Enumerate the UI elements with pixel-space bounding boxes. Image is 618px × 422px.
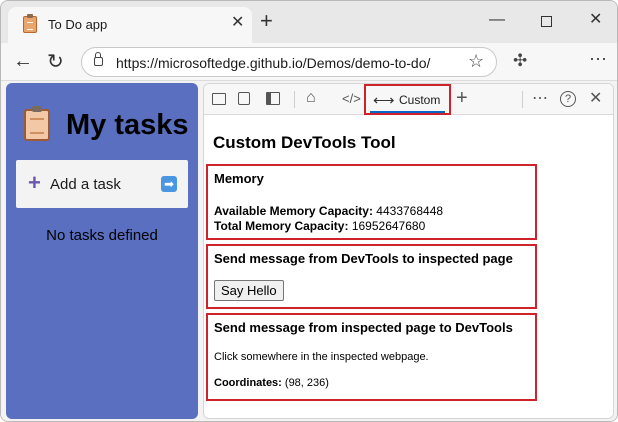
- app-title: My tasks: [66, 109, 189, 141]
- empty-state-text: No tasks defined: [46, 227, 158, 244]
- dock-icon[interactable]: [266, 92, 280, 105]
- add-task-label[interactable]: Add a task: [50, 176, 121, 193]
- more-icon[interactable]: ⋯: [532, 88, 548, 108]
- todo-app: My tasks + Add a task ➡ No tasks defined: [6, 83, 198, 419]
- inspect-icon[interactable]: [212, 93, 226, 105]
- coordinates-label: Coordinates:: [214, 377, 282, 389]
- memory-heading: Memory: [214, 171, 264, 186]
- close-icon[interactable]: ✕: [589, 88, 602, 108]
- panel-title: Custom DevTools Tool: [213, 133, 396, 152]
- browser-window: To Do app ✕ + — ✕ ← ↻ https://microsofte…: [0, 0, 618, 422]
- available-memory-label: Available Memory Capacity:: [214, 204, 373, 218]
- coordinates-readout: Coordinates: (98, 236): [214, 377, 329, 389]
- tab-custom-label[interactable]: Custom: [399, 93, 440, 107]
- title-bar: To Do app ✕ + — ✕: [1, 1, 617, 43]
- devtools-panel: ⌂ </> ⟷ Custom + ⋯ ? ✕ Custom DevTools T…: [203, 83, 614, 419]
- plus-icon[interactable]: +: [456, 88, 468, 108]
- puzzle-icon[interactable]: ✣: [513, 51, 527, 71]
- code-icon[interactable]: </>: [342, 91, 361, 107]
- send-to-page-heading: Send message from DevTools to inspected …: [214, 251, 513, 266]
- send-to-page-section: Send message from DevTools to inspected …: [206, 244, 537, 309]
- window-close-icon[interactable]: ✕: [589, 11, 602, 29]
- click-hint: Click somewhere in the inspected webpage…: [214, 351, 429, 363]
- device-emulation-icon[interactable]: [238, 92, 250, 105]
- arrow-right-icon[interactable]: ➡: [161, 176, 177, 192]
- page-content: My tasks + Add a task ➡ No tasks defined…: [1, 81, 617, 421]
- lock-icon[interactable]: [94, 52, 103, 66]
- coordinates-value: (98, 236): [284, 377, 329, 389]
- memory-section: Memory Available Memory Capacity: 443376…: [206, 164, 537, 240]
- clipboard-icon: [24, 106, 50, 141]
- plus-icon: +: [28, 170, 41, 195]
- total-memory-value: 16952647680: [351, 219, 426, 233]
- active-tab-indicator: [370, 111, 445, 113]
- address-toolbar: ← ↻ https://microsoftedge.github.io/Demo…: [1, 43, 617, 81]
- back-arrow-icon[interactable]: ←: [13, 50, 33, 73]
- plus-icon[interactable]: +: [260, 10, 273, 32]
- send-from-page-section: Send message from inspected page to DevT…: [206, 313, 537, 401]
- refresh-icon[interactable]: ↻: [47, 49, 64, 74]
- say-hello-button[interactable]: Say Hello: [214, 280, 284, 301]
- more-icon[interactable]: ⋯: [589, 49, 607, 70]
- toolbar-divider: [522, 91, 523, 108]
- browser-tab[interactable]: To Do app ✕: [8, 7, 252, 43]
- address-bar[interactable]: https://microsoftedge.github.io/Demos/de…: [81, 47, 497, 77]
- toolbar-divider: [294, 91, 295, 108]
- close-icon[interactable]: ✕: [231, 15, 244, 31]
- help-icon[interactable]: ?: [560, 91, 576, 107]
- maximize-icon[interactable]: [541, 16, 552, 27]
- available-memory-value: 4433768448: [376, 204, 444, 218]
- tab-custom[interactable]: ⟷ Custom: [364, 84, 451, 115]
- available-memory: Available Memory Capacity: 4433768448: [214, 204, 443, 218]
- add-task-button[interactable]: + Add a task ➡: [16, 160, 188, 208]
- home-icon[interactable]: ⌂: [306, 90, 316, 106]
- minimize-icon[interactable]: —: [489, 11, 505, 29]
- devtools-toolbar: ⌂ </> ⟷ Custom + ⋯ ? ✕: [204, 84, 613, 115]
- total-memory-label: Total Memory Capacity:: [214, 219, 349, 233]
- tab-title: To Do app: [48, 17, 108, 32]
- send-from-page-heading: Send message from inspected page to DevT…: [214, 320, 513, 335]
- swap-arrows-icon: ⟷: [373, 92, 395, 109]
- star-icon[interactable]: ☆: [468, 51, 484, 72]
- total-memory: Total Memory Capacity: 16952647680: [214, 219, 425, 233]
- clipboard-icon: [23, 14, 37, 33]
- url-text[interactable]: https://microsoftedge.github.io/Demos/de…: [116, 55, 430, 71]
